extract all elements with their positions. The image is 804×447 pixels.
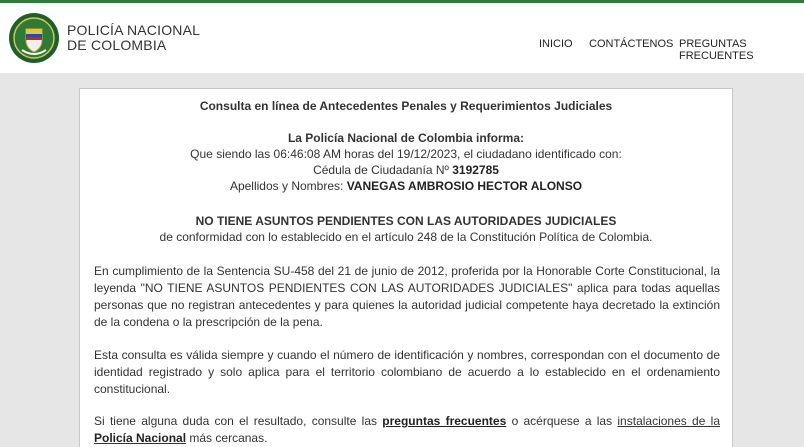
paragraph-validez: Esta consulta es válida siempre y cuando… <box>94 348 720 396</box>
name-label: Apellidos y Nombres: <box>229 179 344 193</box>
nav-inicio[interactable]: INICIO <box>539 38 573 50</box>
id-value: 3192785 <box>452 163 499 177</box>
status-text: NO TIENE ASUNTOS PENDIENTES CON LAS AUTO… <box>195 214 617 228</box>
status-basis: de conformidad con lo establecido en el … <box>159 230 653 244</box>
citizen-info-block: La Policía Nacional de Colombia informa:… <box>80 130 732 194</box>
policia-nacional-link-text: Policía Nacional <box>94 431 187 445</box>
dudas-middle: o acérquese a las <box>511 414 613 428</box>
name-line: Apellidos y Nombres: VANEGAS AMBROSIO HE… <box>80 178 732 194</box>
brand-line-1: POLICÍA NACIONAL <box>67 22 201 38</box>
top-header-bar: POLICÍA NACIONAL DE COLOMBIA INICIO CONT… <box>0 0 804 73</box>
nav-preguntas-frecuentes[interactable]: PREGUNTAS FRECUENTES <box>679 38 804 62</box>
preguntas-frecuentes-link[interactable]: preguntas frecuentes <box>382 414 506 428</box>
paragraph-sentencia: En cumplimiento de la Sentencia SU-458 d… <box>94 264 720 329</box>
result-card: Consulta en línea de Antecedentes Penale… <box>79 88 733 447</box>
name-value: VANEGAS AMBROSIO HECTOR ALONSO <box>346 179 583 193</box>
brand-line-2: DE COLOMBIA <box>67 37 167 53</box>
dudas-suffix: más cercanas. <box>189 431 268 445</box>
status-block: NO TIENE ASUNTOS PENDIENTES CON LAS AUTO… <box>80 213 732 245</box>
dudas-prefix: Si tiene alguna duda con el resultado, c… <box>94 414 378 428</box>
id-line: Cédula de Ciudadanía Nº 3192785 <box>80 162 732 178</box>
paragraph-dudas: Si tiene alguna duda con el resultado, c… <box>94 413 720 447</box>
nav-contactenos[interactable]: CONTÁCTENOS <box>589 38 673 50</box>
id-label: Cédula de Ciudadanía Nº <box>313 163 449 177</box>
instalaciones-link-text: instalaciones de la <box>617 414 720 428</box>
page-title: Consulta en línea de Antecedentes Penale… <box>199 99 613 113</box>
brand-title[interactable]: POLICÍA NACIONAL DE COLOMBIA <box>67 23 200 53</box>
police-shield-emblem-icon[interactable] <box>8 12 60 64</box>
informs-heading: La Policía Nacional de Colombia informa: <box>287 131 525 145</box>
query-time-line: Que siendo las 06:46:08 AM horas del 19/… <box>190 147 622 161</box>
